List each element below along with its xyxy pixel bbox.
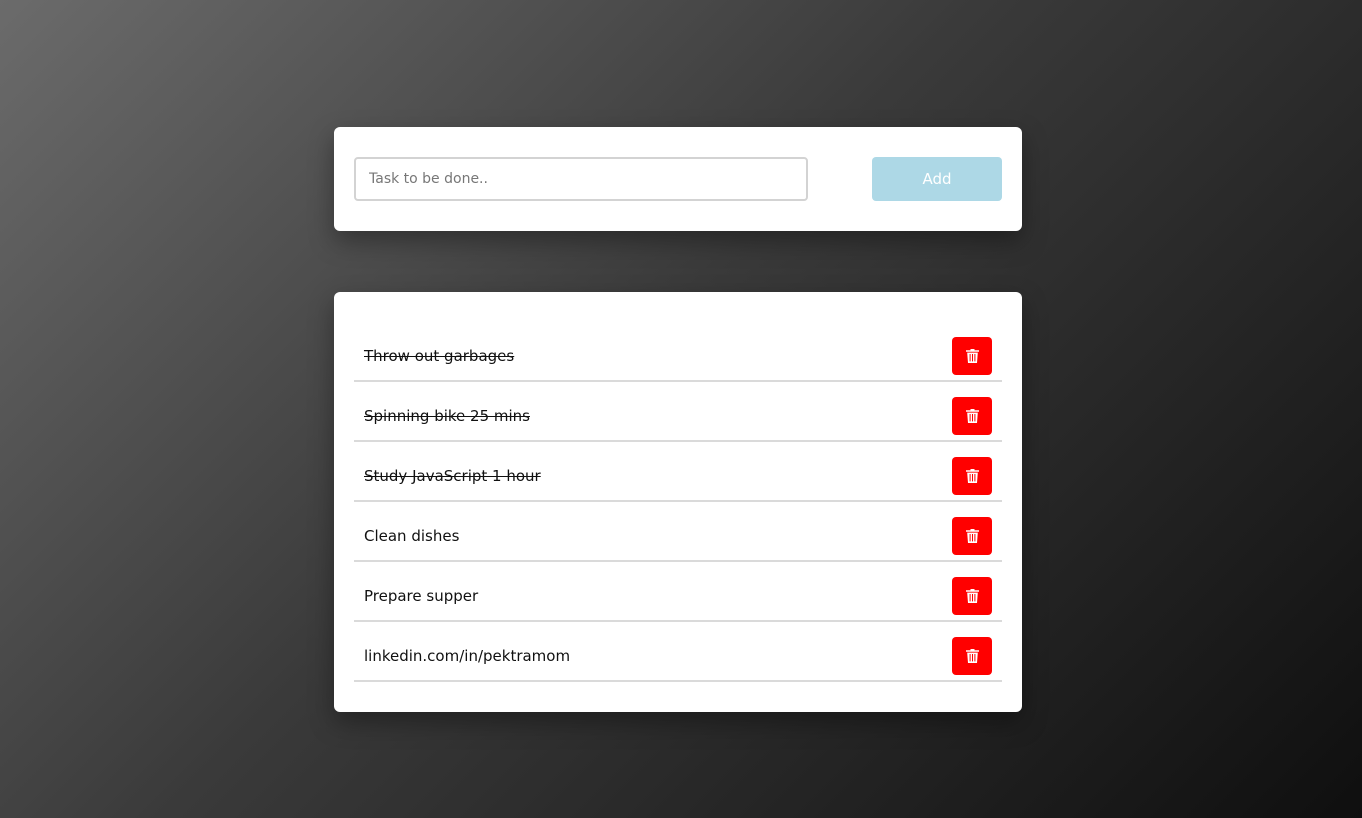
task-row[interactable]: Clean dishes [354, 502, 1002, 562]
task-text[interactable]: Study JavaScript 1 hour [364, 467, 952, 485]
task-row[interactable]: Spinning bike 25 mins [354, 382, 1002, 442]
delete-button[interactable] [952, 637, 992, 675]
task-row[interactable]: Prepare supper [354, 562, 1002, 622]
task-row[interactable]: Study JavaScript 1 hour [354, 442, 1002, 502]
task-list-card: Throw out garbages Spinning bike 25 mins S… [334, 292, 1022, 712]
task-text[interactable]: Throw out garbages [364, 347, 952, 365]
task-row[interactable]: Throw out garbages [354, 322, 1002, 382]
trash-icon [965, 589, 979, 603]
delete-button[interactable] [952, 337, 992, 375]
trash-icon [965, 409, 979, 423]
task-text[interactable]: Clean dishes [364, 527, 952, 545]
task-text[interactable]: linkedin.com/in/pektramom [364, 647, 952, 665]
trash-icon [965, 649, 979, 663]
delete-button[interactable] [952, 577, 992, 615]
task-text[interactable]: Prepare supper [364, 587, 952, 605]
delete-button[interactable] [952, 457, 992, 495]
task-input-card: Add [334, 127, 1022, 231]
add-button[interactable]: Add [872, 157, 1002, 201]
task-list: Throw out garbages Spinning bike 25 mins S… [354, 322, 1002, 682]
trash-icon [965, 469, 979, 483]
task-input[interactable] [354, 157, 808, 201]
trash-icon [965, 349, 979, 363]
delete-button[interactable] [952, 397, 992, 435]
delete-button[interactable] [952, 517, 992, 555]
trash-icon [965, 529, 979, 543]
task-row[interactable]: linkedin.com/in/pektramom [354, 622, 1002, 682]
task-text[interactable]: Spinning bike 25 mins [364, 407, 952, 425]
